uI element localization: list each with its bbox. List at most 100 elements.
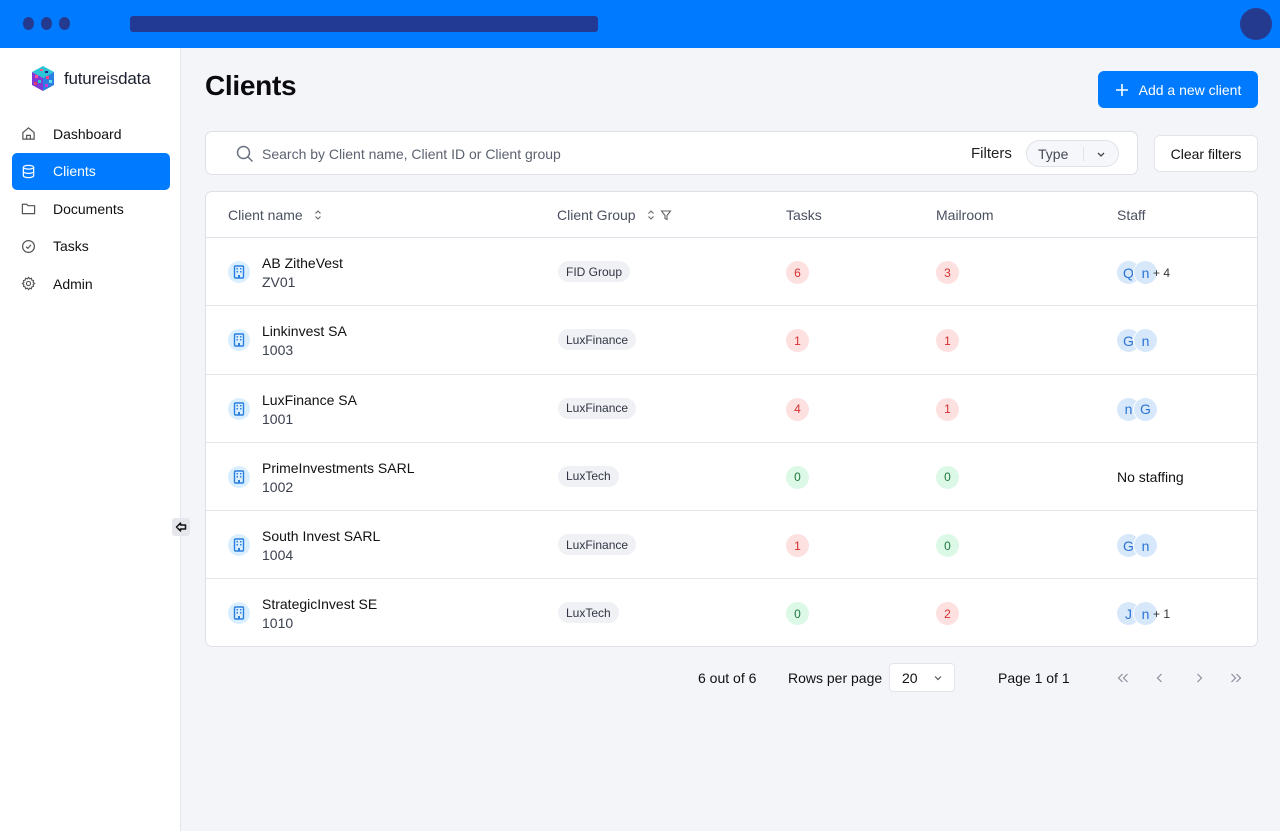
client-group-tag: LuxTech — [558, 602, 619, 624]
folder-icon — [20, 201, 36, 217]
client-id: 1002 — [262, 478, 294, 495]
tasks-count-badge[interactable]: 4 — [786, 397, 809, 421]
table-row[interactable]: LuxFinance SA 1001 LuxFinance 4 1 nG — [206, 375, 1257, 443]
tasks-count-badge[interactable]: 1 — [786, 534, 809, 558]
client-name[interactable]: Linkinvest SA — [262, 323, 347, 339]
table-row[interactable]: AB ZitheVest ZV01 FID Group 6 3 Qn + 4 — [206, 238, 1257, 307]
table-body: AB ZitheVest ZV01 FID Group 6 3 Qn + 4 Li… — [206, 238, 1257, 646]
staff-cell: nG — [1117, 397, 1157, 421]
staff-avatar[interactable]: n — [1134, 329, 1157, 353]
sidebar-item-label: Dashboard — [53, 125, 122, 142]
building-icon — [233, 538, 245, 552]
divider — [1083, 147, 1084, 161]
result-count: 6 out of 6 — [698, 670, 757, 686]
table-row[interactable]: StrategicInvest SE 1010 LuxTech 0 2 Jn + … — [206, 579, 1257, 646]
building-icon — [233, 333, 245, 347]
previous-page-button[interactable] — [1151, 669, 1169, 687]
mailroom-count-badge[interactable]: 2 — [936, 602, 959, 626]
column-header-client-group[interactable]: Client Group — [557, 207, 672, 223]
staff-cell: Gn — [1117, 534, 1157, 558]
staff-avatar[interactable]: G — [1134, 397, 1157, 421]
client-id: 1001 — [262, 410, 294, 427]
client-avatar — [228, 465, 250, 488]
sidebar-item-tasks[interactable]: Tasks — [12, 228, 170, 265]
mailroom-count-badge[interactable]: 3 — [936, 261, 959, 284]
sort-icon[interactable] — [646, 209, 656, 221]
clients-table: Client name Client Group Tasks Mailroom … — [205, 191, 1258, 647]
client-name[interactable]: PrimeInvestments SARL — [262, 460, 415, 476]
address-bar[interactable] — [130, 16, 598, 32]
client-name[interactable]: StrategicInvest SE — [262, 596, 377, 612]
user-avatar[interactable] — [1240, 8, 1272, 40]
client-avatar — [228, 534, 250, 557]
column-label: Client name — [228, 207, 303, 223]
mailroom-count-badge[interactable]: 0 — [936, 465, 959, 489]
table-header: Client name Client Group Tasks Mailroom … — [206, 192, 1257, 238]
type-filter-label: Type — [1038, 145, 1069, 162]
tasks-count-badge[interactable]: 0 — [786, 602, 809, 626]
chevron-left-icon — [1156, 673, 1162, 683]
chevron-down-icon — [934, 675, 942, 680]
chevron-down-icon — [1097, 152, 1105, 157]
table-row[interactable]: PrimeInvestments SARL 1002 LuxTech 0 0 N… — [206, 443, 1257, 512]
sidebar-item-dashboard[interactable]: Dashboard — [12, 115, 170, 152]
column-controls — [646, 209, 672, 221]
type-filter-select[interactable]: Type — [1026, 140, 1119, 167]
app-logo[interactable]: futureisdata — [31, 65, 151, 92]
chevrons-left-icon — [1117, 673, 1128, 683]
arrow-left-icon — [175, 522, 187, 532]
gear-icon — [20, 276, 36, 292]
rows-per-page-select[interactable]: 20 — [889, 663, 955, 692]
tasks-count-badge[interactable]: 1 — [786, 329, 809, 353]
table-row[interactable]: South Invest SARL 1004 LuxFinance 1 0 Gn — [206, 511, 1257, 580]
search-icon — [236, 145, 254, 163]
filters-label: Filters — [971, 145, 1012, 162]
client-group-tag: LuxFinance — [558, 534, 637, 556]
staff-cell: Jn + 1 — [1117, 602, 1170, 626]
last-page-button[interactable] — [1227, 669, 1245, 687]
client-id: 1004 — [262, 547, 294, 564]
column-header-client-name[interactable]: Client name — [228, 207, 323, 223]
staff-more-count[interactable]: + 1 — [1153, 607, 1170, 621]
filter-icon[interactable] — [659, 209, 672, 221]
plus-icon — [1115, 83, 1128, 96]
client-id: 1003 — [262, 342, 294, 359]
sidebar-item-documents[interactable]: Documents — [12, 190, 170, 227]
mailroom-count-badge[interactable]: 1 — [936, 397, 959, 421]
search-input[interactable] — [262, 143, 862, 165]
mailroom-count-badge[interactable]: 0 — [936, 534, 959, 558]
client-name[interactable]: AB ZitheVest — [262, 255, 343, 271]
window-dot-1[interactable] — [23, 17, 34, 30]
clear-filters-button[interactable]: Clear filters — [1154, 135, 1258, 172]
window-dot-2[interactable] — [41, 17, 52, 30]
table-row[interactable]: Linkinvest SA 1003 LuxFinance 1 1 Gn — [206, 306, 1257, 375]
sidebar-item-label: Admin — [53, 275, 93, 292]
client-id: 1010 — [262, 615, 294, 632]
sidebar-item-clients[interactable]: Clients — [12, 152, 170, 190]
column-header-mailroom: Mailroom — [936, 207, 994, 223]
pagination: 6 out of 6 Rows per page 20 Page 1 of 1 — [0, 663, 1280, 693]
window-dot-3[interactable] — [59, 17, 70, 30]
rows-per-page-value: 20 — [902, 669, 918, 686]
add-client-button[interactable]: Add a new client — [1098, 71, 1258, 108]
sort-icon[interactable] — [313, 209, 323, 221]
cube-logo-icon — [32, 66, 54, 91]
building-icon — [233, 470, 245, 484]
staff-cell: Qn + 4 — [1117, 261, 1170, 284]
chevron-right-icon — [1197, 673, 1203, 683]
tasks-count-badge[interactable]: 0 — [786, 465, 809, 489]
mailroom-count-badge[interactable]: 1 — [936, 329, 959, 353]
staff-avatar[interactable]: n — [1134, 534, 1157, 558]
client-group-tag: LuxFinance — [558, 329, 637, 351]
sidebar-item-admin[interactable]: Admin — [12, 265, 170, 302]
client-name[interactable]: South Invest SARL — [262, 528, 380, 544]
building-icon — [233, 265, 245, 279]
collapse-sidebar-button[interactable] — [172, 518, 190, 536]
rows-per-page-label: Rows per page — [788, 670, 883, 686]
tasks-count-badge[interactable]: 6 — [786, 261, 809, 284]
staff-more-count[interactable]: + 4 — [1153, 266, 1170, 280]
first-page-button[interactable] — [1114, 669, 1132, 687]
next-page-button[interactable] — [1190, 669, 1208, 687]
client-group-tag: LuxFinance — [558, 397, 637, 419]
client-name[interactable]: LuxFinance SA — [262, 392, 357, 408]
